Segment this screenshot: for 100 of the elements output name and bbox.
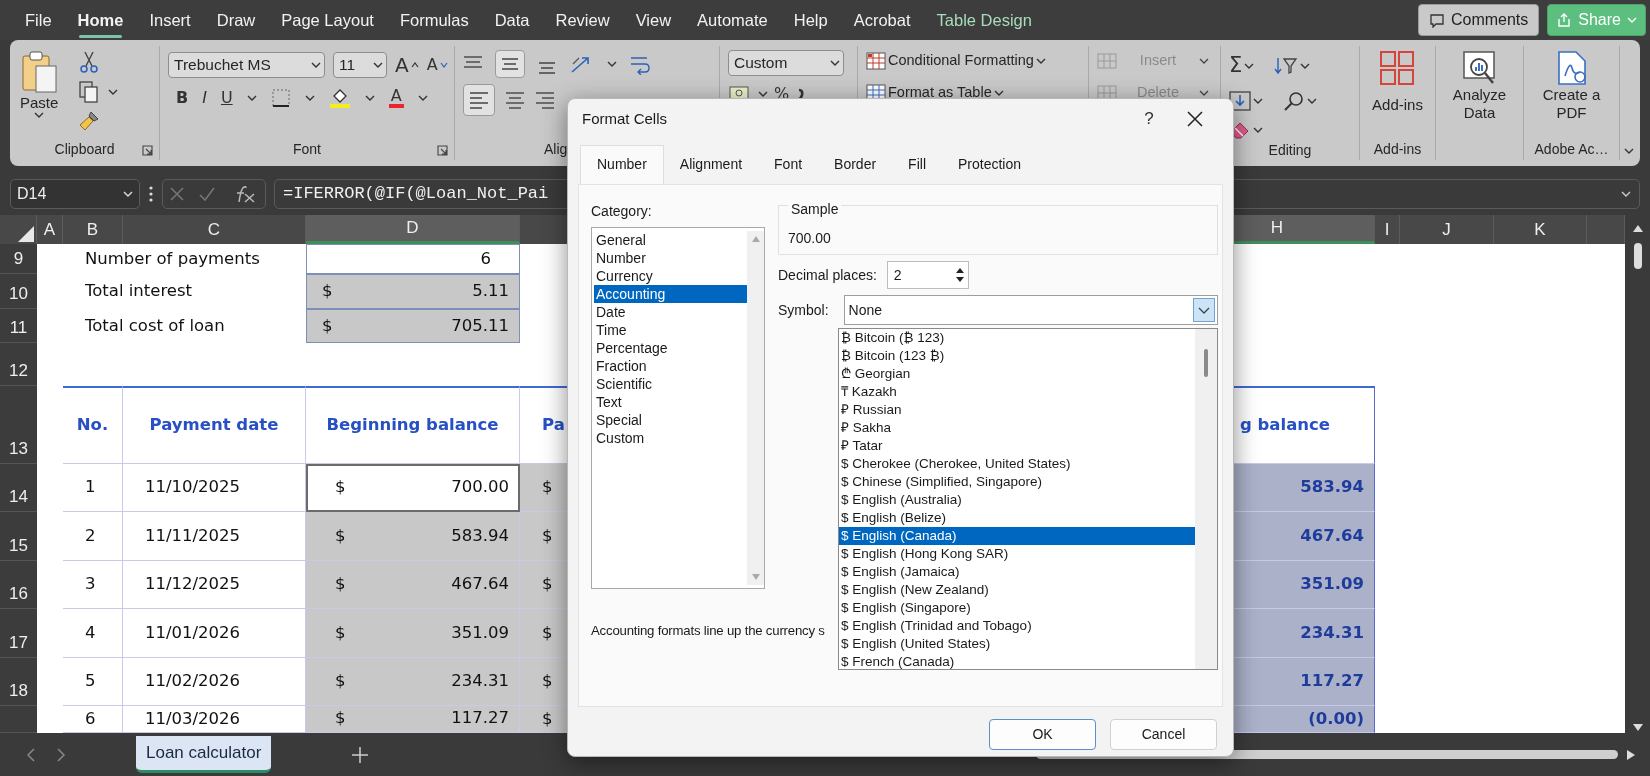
- align-center-icon[interactable]: [505, 89, 525, 112]
- dialog-tab[interactable]: Number: [580, 145, 664, 184]
- caret-icon[interactable]: [1300, 62, 1311, 69]
- dropdown-option[interactable]: ₿ Bitcoin (123 ₿): [839, 347, 1195, 365]
- search-icon[interactable]: [1283, 89, 1305, 112]
- grow-font-button[interactable]: A: [395, 50, 419, 80]
- paste-button[interactable]: Paste: [18, 50, 61, 138]
- spin-down-icon[interactable]: [954, 276, 965, 283]
- caret-icon[interactable]: [417, 95, 428, 101]
- check-icon[interactable]: [198, 185, 216, 202]
- row-header[interactable]: 12: [0, 343, 37, 386]
- next-sheet-icon[interactable]: [56, 746, 66, 763]
- align-right-icon[interactable]: [535, 89, 555, 112]
- symbol-dropdown[interactable]: None: [843, 295, 1218, 325]
- align-middle-button[interactable]: [495, 50, 525, 79]
- dropdown-option[interactable]: ₿ Bitcoin (₿ 123): [839, 329, 1195, 347]
- list-item[interactable]: General: [594, 231, 747, 249]
- shrink-font-button[interactable]: A: [426, 53, 448, 77]
- row-header[interactable]: 18: [0, 658, 37, 706]
- row-header[interactable]: 13: [0, 386, 37, 464]
- spin-up-icon[interactable]: [954, 267, 965, 274]
- number-input[interactable]: 2: [886, 261, 969, 289]
- caret-icon[interactable]: [34, 112, 45, 118]
- more-options-icon[interactable]: [148, 184, 154, 203]
- comments-button[interactable]: Comments: [1417, 4, 1540, 36]
- caret-icon[interactable]: [607, 61, 617, 68]
- dialog-tab[interactable]: Font: [758, 146, 819, 184]
- column-header[interactable]: C: [123, 215, 306, 244]
- column-header[interactable]: D: [306, 215, 520, 244]
- caret-icon[interactable]: [246, 95, 257, 101]
- autosum-button[interactable]: Σ: [1229, 50, 1255, 82]
- sort-filter-icon[interactable]: [1274, 55, 1299, 76]
- list-item[interactable]: Time: [594, 321, 747, 339]
- fill-down-icon[interactable]: [1229, 90, 1251, 111]
- formula-text[interactable]: =IFERROR(@IF(@Loan_Not_Pai: [283, 180, 549, 207]
- caret-icon[interactable]: [1244, 62, 1255, 69]
- borders-icon[interactable]: [270, 88, 291, 108]
- analyze-data-button[interactable]: Analyze Data: [1444, 50, 1515, 138]
- cancel-icon[interactable]: [169, 185, 186, 202]
- scrollbar-thumb[interactable]: [1633, 243, 1642, 269]
- ribbon-tab[interactable]: Review: [544, 3, 621, 37]
- dropdown-option[interactable]: ₾ Georgian: [839, 365, 1195, 383]
- caret-icon[interactable]: [364, 95, 375, 101]
- column-header[interactable]: I: [1375, 215, 1400, 244]
- dialog-launcher-icon[interactable]: [142, 145, 153, 156]
- bold-button[interactable]: B: [176, 86, 189, 110]
- caret-icon[interactable]: [304, 95, 315, 101]
- number-format-dropdown[interactable]: Custom: [728, 50, 844, 76]
- caret-icon[interactable]: [108, 89, 119, 95]
- row-header[interactable]: 11: [0, 309, 37, 343]
- caret-icon[interactable]: [1624, 148, 1634, 154]
- column-header[interactable]: J: [1400, 215, 1494, 244]
- add-ins-button[interactable]: Add-ins: [1370, 50, 1425, 138]
- create-pdf-button[interactable]: Create a PDF: [1540, 50, 1603, 138]
- fill-color-icon[interactable]: [328, 87, 351, 109]
- font-color-button[interactable]: A: [388, 88, 404, 108]
- caret-icon[interactable]: [1307, 97, 1317, 104]
- ok-button[interactable]: OK: [989, 719, 1096, 750]
- dialog-tab[interactable]: Alignment: [663, 146, 759, 184]
- dialog-tab[interactable]: Border: [818, 146, 893, 184]
- ribbon-tab[interactable]: Acrobat: [842, 3, 922, 37]
- font-size-dropdown[interactable]: 11: [333, 52, 387, 78]
- row-header[interactable]: 14: [0, 464, 37, 512]
- sheet-tab[interactable]: Loan calculator: [136, 736, 272, 773]
- ribbon-tab[interactable]: Draw: [205, 3, 267, 37]
- ribbon-tab[interactable]: Help: [782, 3, 839, 37]
- cancel-button[interactable]: Cancel: [1110, 719, 1217, 750]
- dropdown-option[interactable]: $ English (Canada): [839, 527, 1195, 545]
- italic-button[interactable]: I: [202, 86, 207, 110]
- row-header[interactable]: 9: [0, 244, 37, 274]
- row-header[interactable]: 16: [0, 561, 37, 609]
- ribbon-tab[interactable]: Automate: [686, 3, 779, 37]
- ribbon-tab[interactable]: Data: [483, 3, 541, 37]
- ribbon-tab[interactable]: Formulas: [388, 3, 480, 37]
- conditional-formatting-button[interactable]: Conditional Formatting: [866, 50, 1046, 72]
- list-item[interactable]: Currency: [594, 267, 747, 285]
- list-item[interactable]: Percentage: [594, 339, 747, 357]
- caret-icon[interactable]: [758, 91, 768, 97]
- row-header[interactable]: 10: [0, 274, 37, 309]
- caret-icon[interactable]: [1035, 57, 1046, 64]
- align-left-button[interactable]: [463, 84, 495, 117]
- row-header[interactable]: 17: [0, 609, 37, 658]
- name-box[interactable]: D14: [10, 178, 140, 209]
- caret-icon[interactable]: [830, 60, 840, 66]
- ribbon-tab[interactable]: Table Design: [925, 3, 1043, 37]
- ribbon-tab[interactable]: File: [14, 3, 63, 37]
- caret-icon[interactable]: [1253, 126, 1263, 133]
- list-item[interactable]: Number: [594, 249, 747, 267]
- dialog-tab[interactable]: Protection: [942, 146, 1038, 184]
- add-sheet-icon[interactable]: [351, 745, 370, 764]
- copy-icon[interactable]: [78, 80, 101, 104]
- help-button[interactable]: ?: [1129, 105, 1169, 133]
- column-header[interactable]: K: [1494, 215, 1587, 244]
- scroll-up-icon[interactable]: [1631, 223, 1644, 233]
- caret-icon[interactable]: [993, 89, 1004, 96]
- column-header[interactable]: B: [63, 215, 123, 244]
- category-list[interactable]: General Number Currency Accounting Date Time Percentage Fraction Scientific Text Special Custom: [591, 227, 765, 589]
- scroll-right-icon[interactable]: [1626, 748, 1636, 761]
- scissors-icon[interactable]: [78, 50, 101, 74]
- scrollbar-thumb[interactable]: [1204, 349, 1208, 377]
